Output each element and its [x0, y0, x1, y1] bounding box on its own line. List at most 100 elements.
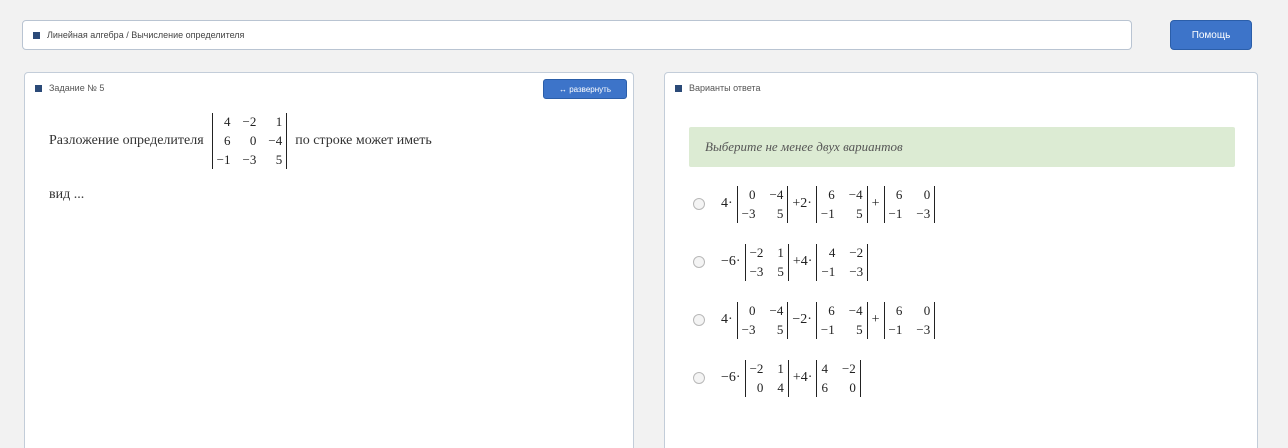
option-expression: −6· −2 1 0 4 +4· 4 −2 6 0 [717, 359, 861, 397]
matrix-cell: 6 [895, 186, 903, 202]
option-expression: 4· 0 −4 −3 5 −2· 6 −4 −1 5 + 6 0 −1 −3 [717, 301, 936, 339]
matrix-cell: 6 [224, 133, 231, 148]
matrix-cell: 5 [776, 205, 784, 221]
answers-panel-header: Варианты ответа [665, 73, 1257, 103]
matrix-cell: −4 [769, 302, 784, 318]
matrix-cell: 5 [856, 205, 863, 221]
task-matrix: 4 −2 1 6 0 −4 −1 −3 5 [211, 113, 288, 169]
matrix-cell: 5 [777, 263, 784, 279]
matrix-cell: 4 [828, 244, 836, 260]
matrix-cell: −3 [741, 321, 756, 337]
help-button[interactable]: Помощь [1170, 20, 1252, 50]
matrix-cell: −4 [848, 186, 863, 202]
breadcrumb: Линейная алгебра / Вычисление определите… [22, 20, 1132, 50]
minor-matrix: 4 −2 6 0 [816, 359, 861, 397]
matrix-cell: 6 [828, 186, 835, 202]
matrix-cell: −4 [268, 133, 283, 148]
answer-option-2[interactable]: −6· −2 1 −3 5 +4· 4 −2 −1 −3 [693, 233, 935, 291]
matrix-cell: −1 [888, 205, 903, 221]
matrix-cell: 5 [856, 321, 863, 337]
checkbox-icon[interactable] [693, 372, 705, 384]
task-text-end: вид ... [49, 187, 85, 202]
answers-title: Варианты ответа [689, 83, 761, 93]
minor-matrix: 6 −4 −1 5 [815, 185, 868, 223]
coefficient: 4· [721, 312, 733, 327]
coefficient: +2· [792, 196, 812, 211]
option-expression: 4· 0 −4 −3 5 +2· 6 −4 −1 5 + 6 0 −1 −3 [717, 185, 936, 223]
matrix-cell: 0 [923, 302, 931, 318]
matrix-cell: −2 [242, 114, 257, 129]
matrix-cell: 0 [249, 133, 257, 148]
matrix-cell: −4 [848, 302, 863, 318]
matrix-cell: −3 [749, 263, 764, 279]
matrix-cell: −2 [849, 244, 864, 260]
minor-matrix: −2 1 −3 5 [744, 243, 789, 281]
matrix-cell: −1 [820, 321, 835, 337]
matrix-cell: 6 [895, 302, 903, 318]
matrix-cell: −3 [916, 321, 931, 337]
matrix-cell: 0 [749, 186, 756, 202]
task-text-after: по строке может иметь [295, 133, 432, 148]
matrix-cell: 5 [275, 152, 283, 167]
minor-matrix: 0 −4 −3 5 [736, 185, 789, 223]
matrix-cell: −3 [741, 205, 756, 221]
square-icon [675, 84, 682, 92]
checkbox-icon[interactable] [693, 256, 705, 268]
answer-option-4[interactable]: −6· −2 1 0 4 +4· 4 −2 6 0 [693, 349, 935, 407]
answer-option-3[interactable]: 4· 0 −4 −3 5 −2· 6 −4 −1 5 + 6 0 −1 −3 [693, 291, 936, 349]
matrix-cell: 0 [749, 302, 756, 318]
coefficient: +4· [792, 370, 813, 385]
matrix-cell: −2 [841, 360, 856, 376]
matrix-cell: −4 [769, 186, 784, 202]
matrix-cell: −2 [749, 244, 764, 260]
matrix-cell: −1 [888, 321, 903, 337]
breadcrumb-text: Линейная алгебра / Вычисление определите… [47, 30, 245, 40]
coefficient: −6· [721, 254, 741, 269]
operator: + [871, 196, 880, 211]
matrix-cell: 4 [777, 379, 784, 395]
minor-matrix: 6 −4 −1 5 [815, 301, 868, 339]
matrix-cell: 5 [776, 321, 784, 337]
square-icon [35, 84, 42, 92]
coefficient: +4· [792, 254, 813, 269]
option-expression: −6· −2 1 −3 5 +4· 4 −2 −1 −3 [717, 243, 869, 281]
answers-panel: Варианты ответа Выберите не менее двух в… [664, 72, 1258, 448]
matrix-cell: −1 [820, 205, 835, 221]
coefficient: 4· [721, 196, 733, 211]
checkbox-icon[interactable] [693, 198, 705, 210]
minor-matrix: 4 −2 −1 −3 [816, 243, 869, 281]
matrix-cell: −3 [916, 205, 931, 221]
answer-options: 4· 0 −4 −3 5 +2· 6 −4 −1 5 + 6 0 −1 −3 −… [693, 175, 936, 407]
square-icon [33, 31, 40, 39]
matrix-cell: 1 [275, 114, 283, 129]
task-title: Задание № 5 [49, 83, 105, 93]
task-text-before: Разложение определителя [49, 133, 204, 148]
operator: + [871, 312, 880, 327]
task-panel-header: Задание № 5 [25, 73, 633, 103]
matrix-cell: −3 [849, 263, 864, 279]
matrix-cell: 0 [923, 186, 931, 202]
minor-matrix: 0 −4 −3 5 [736, 301, 789, 339]
minor-matrix: 6 0 −1 −3 [883, 301, 936, 339]
checkbox-icon[interactable] [693, 314, 705, 326]
matrix-cell: −1 [821, 263, 836, 279]
matrix-cell: 4 [821, 360, 828, 376]
matrix-cell: 6 [828, 302, 835, 318]
matrix-cell: 4 [224, 114, 231, 129]
matrix-cell: 0 [756, 379, 764, 395]
matrix-cell: −3 [242, 152, 257, 167]
minor-matrix: 6 0 −1 −3 [883, 185, 936, 223]
minor-matrix: −2 1 0 4 [744, 359, 789, 397]
matrix-cell: 6 [821, 379, 828, 395]
coefficient: −2· [792, 312, 812, 327]
matrix-cell: −1 [216, 152, 231, 167]
matrix-cell: 1 [777, 360, 784, 376]
expand-button[interactable]: ↔ развернуть [543, 79, 627, 99]
coefficient: −6· [721, 370, 741, 385]
matrix-cell: 0 [849, 379, 856, 395]
answer-option-1[interactable]: 4· 0 −4 −3 5 +2· 6 −4 −1 5 + 6 0 −1 −3 [693, 175, 936, 233]
task-body: Разложение определителя 4 −2 1 6 0 −4 −1… [49, 113, 609, 203]
task-panel: Задание № 5 ↔ развернуть Разложение опре… [24, 72, 634, 448]
hint-banner: Выберите не менее двух вариантов [689, 127, 1235, 167]
matrix-cell: 1 [777, 244, 784, 260]
